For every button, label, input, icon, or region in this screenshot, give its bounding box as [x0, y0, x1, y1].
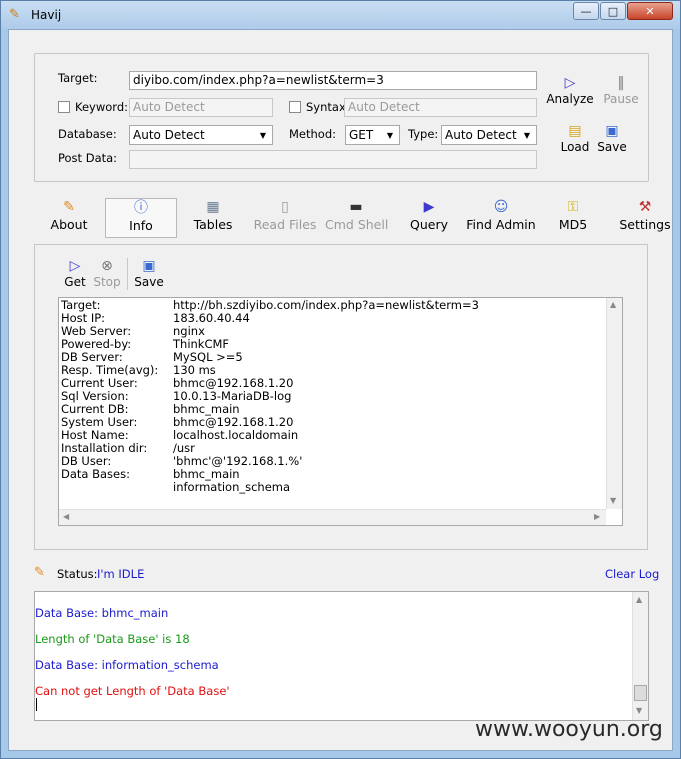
info-icon: ⓘ — [134, 200, 148, 216]
postdata-input[interactable] — [129, 150, 537, 169]
database-select[interactable]: Auto Detect ▼ — [129, 125, 273, 145]
scroll-thumb[interactable] — [634, 685, 647, 701]
scroll-up-icon[interactable]: ▲ — [610, 300, 616, 309]
tab-settings-label: Settings — [619, 217, 671, 232]
tab-cmd-shell-label: Cmd Shell — [325, 217, 389, 232]
chevron-down-icon: ▼ — [386, 130, 394, 140]
tab-cmd-shell[interactable]: ▬ Cmd Shell — [325, 198, 389, 238]
floppy-icon: ▣ — [605, 123, 619, 139]
havij-window: ✎ Havij — □ ✕ Target: diyibo.com/index.p… — [0, 0, 681, 759]
syntax-input[interactable]: Auto Detect — [344, 98, 537, 117]
chevron-down-icon: ▼ — [259, 130, 267, 140]
save-button[interactable]: ▣ Save — [595, 122, 629, 154]
watermark: www.wooyun.org — [475, 717, 663, 742]
pause-button[interactable]: ‖ Pause — [599, 74, 643, 106]
tab-find-admin[interactable]: ☺ Find Admin — [465, 198, 537, 238]
status-label: Status: — [57, 567, 98, 581]
info-horizontal-scrollbar[interactable]: ◀ ▶ — [59, 509, 606, 525]
carrot-icon: ✎ — [34, 565, 45, 580]
title-bar[interactable]: ✎ Havij — □ ✕ — [1, 1, 680, 29]
get-button[interactable]: ▷ Get — [63, 257, 87, 289]
log-line: Data Base: bhmc_main — [35, 606, 169, 620]
analyze-button[interactable]: ▷ Analyze — [546, 74, 594, 106]
key-icon: ⚿ — [567, 199, 579, 215]
stop-button[interactable]: ⊗ Stop — [92, 257, 122, 289]
users-icon: ☺ — [493, 199, 509, 215]
tab-about[interactable]: ✎ About — [43, 198, 95, 238]
tab-info[interactable]: ⓘ Info — [105, 198, 177, 238]
tab-read-files-label: Read Files — [253, 217, 317, 232]
tools-icon: ⚒ — [638, 199, 652, 215]
method-select[interactable]: GET ▼ — [345, 125, 400, 145]
info-save-label: Save — [134, 275, 164, 289]
tab-tables-label: Tables — [193, 217, 233, 232]
load-button[interactable]: ▤ Load — [557, 122, 593, 154]
keyword-input[interactable]: Auto Detect — [129, 98, 273, 117]
scroll-down-icon[interactable]: ▼ — [636, 706, 642, 715]
floppy-icon: ▣ — [142, 258, 156, 274]
carrot-icon: ✎ — [9, 7, 20, 22]
play-icon: ▷ — [69, 258, 81, 274]
tab-query-label: Query — [410, 217, 448, 232]
log-line: Length of 'Data Base' is 18 — [35, 632, 190, 646]
scroll-up-icon[interactable]: ▲ — [636, 595, 642, 604]
scroll-right-icon[interactable]: ▶ — [594, 512, 600, 521]
table-icon: ▦ — [206, 199, 220, 215]
maximize-button[interactable]: □ — [600, 2, 626, 20]
method-select-value: GET — [349, 128, 374, 142]
keyword-checkbox[interactable] — [58, 101, 70, 113]
scroll-down-icon[interactable]: ▼ — [610, 496, 616, 505]
database-label: Database: — [58, 127, 117, 141]
tab-tables[interactable]: ▦ Tables — [189, 198, 237, 238]
stop-label: Stop — [93, 275, 121, 289]
tab-about-label: About — [50, 217, 88, 232]
scroll-left-icon[interactable]: ◀ — [63, 512, 69, 521]
info-textbox[interactable]: Target: http://bh.szdiyibo.com/index.php?… — [58, 297, 623, 526]
window-title: Havij — [31, 8, 62, 22]
info-vertical-scrollbar[interactable]: ▲ ▼ — [606, 298, 622, 509]
tab-query[interactable]: ▶ Query — [407, 198, 451, 238]
postdata-label: Post Data: — [58, 151, 118, 165]
clear-log-link[interactable]: Clear Log — [605, 567, 659, 581]
type-select[interactable]: Auto Detect ▼ — [441, 125, 537, 145]
chevron-down-icon: ▼ — [523, 130, 531, 140]
target-input[interactable]: diyibo.com/index.php?a=newlist&term=3 — [129, 71, 537, 90]
info-save-button[interactable]: ▣ Save — [134, 257, 164, 289]
log-vertical-scrollbar[interactable]: ▲ ▼ — [632, 592, 648, 720]
log-line: Can not get Length of 'Data Base' — [35, 684, 230, 698]
database-select-value: Auto Detect — [133, 128, 205, 142]
tab-info-label: Info — [129, 218, 153, 233]
type-select-value: Auto Detect — [445, 128, 517, 142]
tab-md5-label: MD5 — [558, 217, 588, 232]
tab-read-files[interactable]: ▯ Read Files — [253, 198, 317, 238]
pause-label: Pause — [603, 92, 639, 106]
query-icon: ▶ — [423, 199, 435, 215]
terminal-icon: ▬ — [349, 199, 363, 215]
syntax-checkbox[interactable] — [289, 101, 301, 113]
tab-settings[interactable]: ⚒ Settings — [618, 198, 672, 238]
target-label: Target: — [58, 71, 98, 85]
keyword-label: Keyword: — [75, 100, 128, 114]
load-label: Load — [560, 140, 590, 154]
type-label: Type: — [408, 127, 439, 141]
tab-md5[interactable]: ⚿ MD5 — [553, 198, 593, 238]
get-label: Get — [64, 275, 86, 289]
play-icon: ▷ — [564, 75, 576, 91]
save-label: Save — [597, 140, 627, 154]
analyze-label: Analyze — [546, 92, 594, 106]
text-cursor — [36, 698, 37, 711]
toolbar-separator — [127, 258, 128, 290]
carrot-icon: ✎ — [63, 199, 75, 215]
status-value: I'm IDLE — [97, 567, 145, 581]
pause-icon: ‖ — [617, 75, 625, 91]
minimize-button[interactable]: — — [573, 2, 599, 20]
close-button[interactable]: ✕ — [627, 2, 673, 20]
stop-icon: ⊗ — [101, 258, 113, 274]
folder-icon: ▤ — [568, 123, 582, 139]
file-icon: ▯ — [281, 199, 289, 215]
log-line: Data Base: information_schema — [35, 658, 219, 672]
tab-find-admin-label: Find Admin — [466, 217, 536, 232]
method-label: Method: — [289, 127, 337, 141]
log-textbox[interactable]: Data Base: bhmc_main Length of 'Data Bas… — [34, 591, 649, 721]
